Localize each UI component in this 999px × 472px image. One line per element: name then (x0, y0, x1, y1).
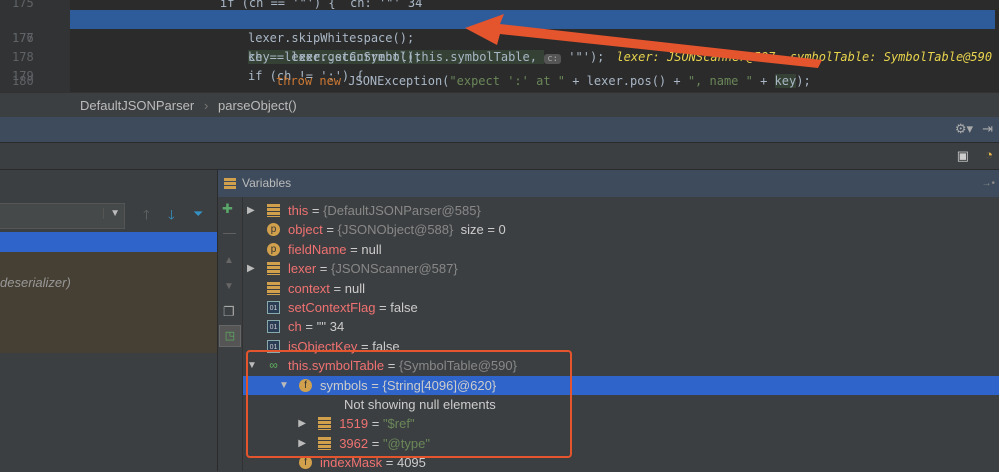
remove-watch-icon[interactable]: — (223, 225, 236, 240)
expand-icon[interactable]: ▶ (247, 259, 255, 278)
variable-value: {DefaultJSONParser@585} (323, 203, 481, 218)
variable-name: fieldName (288, 241, 347, 257)
object-icon (267, 281, 280, 295)
annotation-box (246, 350, 572, 458)
variable-row-object[interactable]: p object = {JSONObject@588} size = 0 (243, 220, 999, 239)
variables-icon (224, 178, 236, 189)
variable-name: this (288, 203, 309, 218)
show-watches-icon[interactable]: ◳ (219, 325, 241, 347)
filter-icon[interactable]: ⏷ (193, 206, 203, 222)
variable-row-ch[interactable]: 01 ch = '"' 34 (243, 317, 999, 336)
breadcrumb: DefaultJSONParser › parseObject() (0, 92, 999, 118)
gauge-icon[interactable]: ◔ (985, 147, 993, 162)
variable-name: context (288, 280, 330, 296)
p-field-icon: p (267, 242, 280, 256)
down-arrow-icon[interactable]: 🡓 (168, 206, 175, 228)
variable-value: '"' 34 (316, 319, 345, 335)
variable-row-fieldName[interactable]: p fieldName = null (243, 240, 999, 259)
variable-value: {JSONScanner@587} (331, 261, 458, 277)
primitive-icon: 01 (267, 301, 280, 314)
variable-row-context[interactable]: context = null (243, 279, 999, 298)
variables-side-toolbar: ✚ — ▲ ▼ ❐ ◳ (218, 197, 243, 471)
variable-value: null (361, 241, 382, 257)
move-up-icon[interactable]: ▲ (224, 255, 234, 266)
breadcrumb-class[interactable]: DefaultJSONParser (80, 93, 194, 118)
variable-row-this[interactable]: ▶ this = {DefaultJSONParser@585} (243, 201, 999, 220)
variable-name: lexer (288, 261, 317, 277)
frames-panel: ▼ 🡑 🡓 ⏷ deserializer) (0, 170, 218, 471)
copy-icon[interactable]: ❐ (223, 304, 235, 320)
f-field-icon: f (299, 456, 312, 470)
variable-row-lexer[interactable]: ▶ lexer = {JSONScanner@587} (243, 259, 999, 278)
frame-selected[interactable] (0, 232, 217, 252)
p-field-icon: p (267, 223, 280, 237)
object-icon (267, 262, 280, 276)
object-icon (267, 204, 280, 217)
pin-icon[interactable]: →• (981, 170, 995, 197)
variable-value: false (390, 300, 418, 315)
variables-header: Variables →• (218, 170, 999, 197)
move-down-icon[interactable]: ▼ (224, 281, 234, 292)
chevron-down-icon: ▼ (103, 208, 120, 219)
breadcrumb-method[interactable]: parseObject() (218, 93, 297, 118)
variable-name: ch (288, 319, 302, 335)
variable-row-setContextFlag[interactable]: 01 setContextFlag = false (243, 298, 999, 317)
new-watch-icon[interactable]: ✚ (222, 201, 233, 217)
frame-library-group[interactable]: deserializer) (0, 252, 217, 353)
primitive-icon: 01 (267, 320, 280, 334)
up-arrow-icon[interactable]: 🡑 (143, 206, 150, 228)
debug-toolbar: ▣ ◔ (0, 143, 999, 170)
variable-name: object (288, 222, 323, 238)
hide-icon[interactable]: ⇥ (982, 121, 993, 137)
expand-icon[interactable]: ▶ (247, 201, 255, 220)
variable-value: {JSONObject@588} (337, 222, 454, 238)
variable-value: null (344, 280, 365, 296)
variable-name: setContextFlag (288, 300, 376, 315)
thread-dropdown[interactable]: ▼ (0, 203, 125, 229)
debug-tool-header: ⚙▾ ⇥ (0, 117, 999, 143)
restore-layout-icon[interactable]: ▣ (957, 148, 969, 164)
gear-icon[interactable]: ⚙▾ (955, 121, 973, 137)
